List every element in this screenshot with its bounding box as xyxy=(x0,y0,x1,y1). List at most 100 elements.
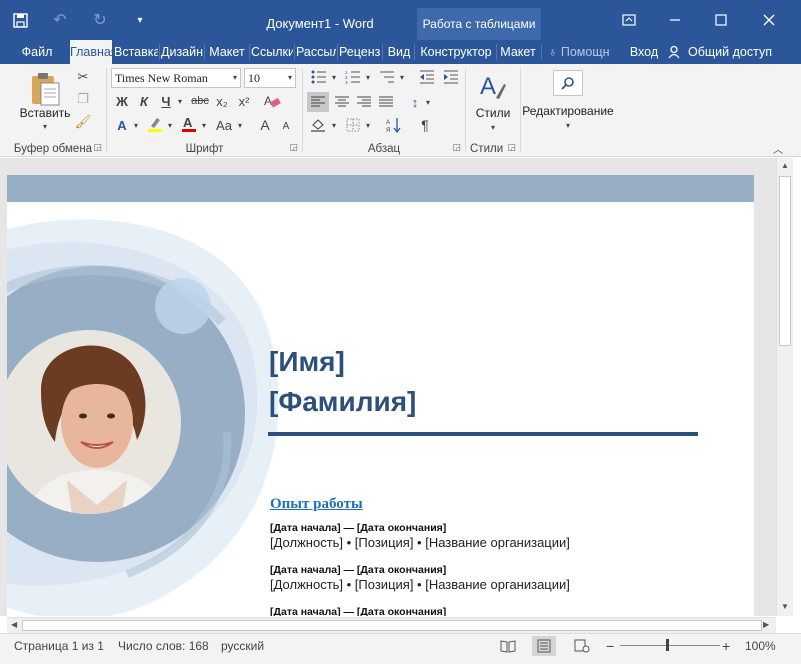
italic-button[interactable]: К xyxy=(135,92,153,110)
tab-design[interactable]: Дизайн xyxy=(161,40,203,64)
styles-dropdown-icon[interactable]: ▾ xyxy=(486,121,500,133)
styles-launcher-icon[interactable]: ◲ xyxy=(507,142,516,153)
tab-file[interactable]: Файл xyxy=(12,40,62,64)
read-mode-icon[interactable] xyxy=(496,636,520,656)
first-name-placeholder[interactable]: [Имя] xyxy=(269,346,345,378)
highlight-dropdown-icon[interactable]: ▾ xyxy=(165,116,175,134)
entry-1-dates[interactable]: [Дата начала] — [Дата окончания] xyxy=(270,522,446,534)
underline-button[interactable]: Ч xyxy=(157,92,175,110)
zoom-slider-track[interactable] xyxy=(620,645,720,646)
grow-font-button[interactable]: A xyxy=(255,116,275,134)
print-layout-icon[interactable] xyxy=(532,636,556,656)
multilevel-dropdown-icon[interactable]: ▾ xyxy=(397,68,407,86)
text-effects-icon[interactable]: A xyxy=(111,116,133,134)
language-status[interactable]: русский xyxy=(221,634,264,658)
paste-icon[interactable] xyxy=(28,70,62,108)
shading-dropdown-icon[interactable]: ▾ xyxy=(329,116,339,134)
show-formatting-marks-icon[interactable]: ¶ xyxy=(415,116,435,134)
page-count-status[interactable]: Страница 1 из 1 xyxy=(14,634,104,658)
scroll-left-icon[interactable]: ◀ xyxy=(11,620,17,629)
entry-3-dates[interactable]: [Дата начала] — [Дата окончания] xyxy=(270,606,446,616)
zoom-out-button[interactable]: − xyxy=(606,634,614,658)
tab-view[interactable]: Вид xyxy=(385,40,413,64)
entry-2-dates[interactable]: [Дата начала] — [Дата окончания] xyxy=(270,564,446,576)
ribbon-display-options-icon[interactable] xyxy=(606,0,652,40)
numbering-dropdown-icon[interactable]: ▾ xyxy=(363,68,373,86)
vertical-scrollbar[interactable]: ▲ ▼ xyxy=(776,158,793,616)
scroll-down-icon[interactable]: ▼ xyxy=(781,602,789,611)
underline-dropdown-icon[interactable]: ▾ xyxy=(175,92,185,110)
undo-icon[interactable]: ↶ xyxy=(40,0,80,40)
horizontal-scrollbar[interactable]: ◀ ▶ xyxy=(7,617,776,633)
font-color-icon[interactable]: A xyxy=(179,114,199,134)
tell-me-box[interactable]: ♁ Помощн xyxy=(548,40,622,64)
experience-section-heading[interactable]: Опыт работы xyxy=(270,496,363,513)
numbering-icon[interactable]: 123 xyxy=(343,68,363,86)
entry-1-position-line[interactable]: [Должность] • [Позиция] • [Название орга… xyxy=(270,535,570,550)
entry-2-position-line[interactable]: [Должность] • [Позиция] • [Название орга… xyxy=(270,577,570,592)
bullets-icon[interactable] xyxy=(309,68,329,86)
line-spacing-dropdown-icon[interactable]: ▾ xyxy=(423,92,433,112)
find-icon[interactable] xyxy=(553,70,583,96)
tab-table-design[interactable]: Конструктор xyxy=(417,40,495,64)
format-painter-icon[interactable]: 🖌 xyxy=(74,113,92,131)
subscript-button[interactable]: x₂ xyxy=(213,92,231,110)
tab-mailings[interactable]: Рассылки xyxy=(296,40,336,64)
copy-icon[interactable]: ❐ xyxy=(74,90,92,108)
maximize-icon[interactable] xyxy=(698,0,744,40)
font-color-dropdown-icon[interactable]: ▾ xyxy=(199,116,209,134)
tab-insert[interactable]: Вставка xyxy=(114,40,158,64)
paste-dropdown-icon[interactable]: ▾ xyxy=(38,120,52,132)
align-center-icon[interactable] xyxy=(331,92,353,112)
redo-icon[interactable]: ↻ xyxy=(80,0,120,40)
highlight-icon[interactable] xyxy=(145,114,165,134)
strikethrough-button[interactable]: abc xyxy=(189,92,211,110)
align-right-icon[interactable] xyxy=(353,92,375,112)
zoom-in-button[interactable]: + xyxy=(722,634,730,658)
paragraph-launcher-icon[interactable]: ◲ xyxy=(452,142,461,153)
bullets-dropdown-icon[interactable]: ▾ xyxy=(329,68,339,86)
superscript-button[interactable]: x² xyxy=(235,92,253,110)
borders-dropdown-icon[interactable]: ▾ xyxy=(363,116,373,134)
tab-home[interactable]: Главная xyxy=(70,40,112,64)
borders-icon[interactable] xyxy=(343,116,363,134)
clipboard-launcher-icon[interactable]: ◲ xyxy=(93,142,102,153)
sign-in-link[interactable]: Вход xyxy=(626,40,662,64)
save-icon[interactable] xyxy=(0,0,40,40)
shading-icon[interactable] xyxy=(307,116,329,134)
web-layout-icon[interactable] xyxy=(570,636,594,656)
tab-layout[interactable]: Макет xyxy=(206,40,248,64)
increase-indent-icon[interactable] xyxy=(441,68,461,86)
document-page[interactable]: [Имя] [Фамилия] Опыт работы [Дата начала… xyxy=(7,202,754,616)
tab-review[interactable]: Рецензирование xyxy=(339,40,381,64)
editing-button-label[interactable]: Редактирование xyxy=(521,104,615,118)
close-icon[interactable] xyxy=(746,0,792,40)
change-case-button[interactable]: Aa xyxy=(213,116,235,134)
styles-button-label[interactable]: Стили xyxy=(466,106,520,120)
font-launcher-icon[interactable]: ◲ xyxy=(289,142,298,153)
zoom-slider-thumb[interactable] xyxy=(666,639,669,651)
share-button[interactable]: Общий доступ xyxy=(668,40,772,64)
text-effects-dropdown-icon[interactable]: ▾ xyxy=(131,116,141,134)
decrease-indent-icon[interactable] xyxy=(417,68,437,86)
align-left-icon[interactable] xyxy=(307,92,329,112)
minimize-icon[interactable] xyxy=(652,0,698,40)
editing-dropdown-icon[interactable]: ▾ xyxy=(561,119,575,131)
clear-formatting-icon[interactable]: A xyxy=(261,92,283,110)
sort-icon[interactable]: AЯ xyxy=(383,116,405,134)
collapse-ribbon-icon[interactable]: ︿ xyxy=(771,142,785,156)
tab-references[interactable]: Ссылки xyxy=(251,40,293,64)
bold-button[interactable]: Ж xyxy=(113,92,131,110)
font-size-combo[interactable]: 10 ▾ xyxy=(244,68,296,88)
zoom-level[interactable]: 100% xyxy=(745,634,776,658)
tab-table-layout[interactable]: Макет xyxy=(498,40,538,64)
vertical-scroll-thumb[interactable] xyxy=(779,176,791,346)
styles-icon[interactable]: A xyxy=(478,70,508,104)
justify-icon[interactable] xyxy=(375,92,397,112)
line-spacing-icon[interactable]: ↕ xyxy=(405,92,425,112)
qat-customize-icon[interactable]: ▾ xyxy=(120,0,160,40)
horizontal-scroll-thumb[interactable] xyxy=(22,620,762,631)
scroll-up-icon[interactable]: ▲ xyxy=(781,161,789,170)
cut-icon[interactable]: ✂ xyxy=(74,68,92,86)
change-case-dropdown-icon[interactable]: ▾ xyxy=(235,116,245,134)
